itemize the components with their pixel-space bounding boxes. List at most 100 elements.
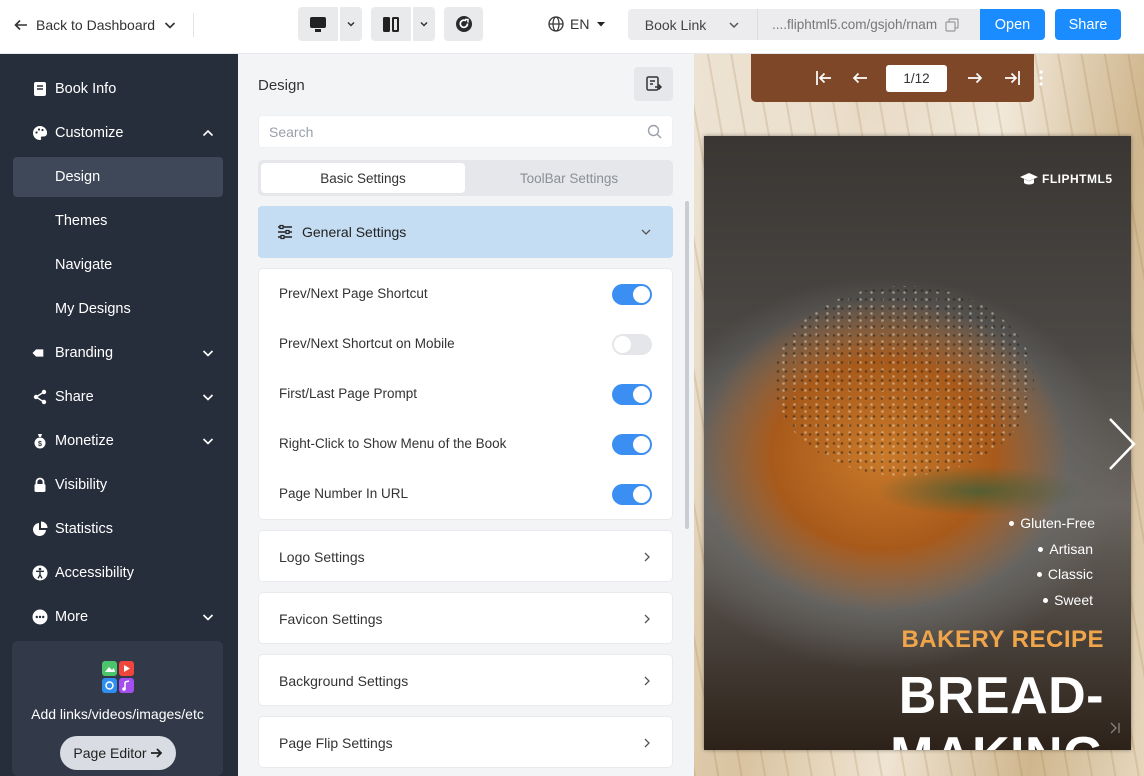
chevron-down-icon — [165, 22, 176, 29]
money-bag-icon: $ — [34, 434, 46, 449]
first-page-icon[interactable] — [815, 70, 833, 86]
sidebar-item-monetize[interactable]: $ Monetize — [13, 421, 223, 461]
sidebar-item-customize[interactable]: Customize — [13, 113, 223, 153]
book-page[interactable]: FLIPHTML5 Gluten-Free Artisan Classic Sw… — [704, 136, 1131, 750]
toggle-knob — [633, 486, 650, 503]
sidebar-item-label: Customize — [55, 125, 124, 141]
settings-tabs: Basic Settings ToolBar Settings — [258, 160, 673, 196]
desktop-view-button[interactable] — [298, 7, 338, 41]
sidebar-item-more[interactable]: More — [13, 597, 223, 637]
chevron-down-icon — [641, 229, 651, 235]
sidebar-item-my-designs[interactable]: My Designs — [13, 289, 223, 329]
tab-toolbar-settings[interactable]: ToolBar Settings — [467, 163, 671, 193]
list-item: Artisan — [1009, 537, 1093, 563]
sidebar-item-label: My Designs — [55, 301, 131, 317]
globe-icon — [548, 16, 564, 32]
language-selector[interactable]: EN — [548, 14, 607, 34]
next-page-arrow-icon[interactable] — [1107, 417, 1137, 471]
background-settings-section[interactable]: Background Settings — [258, 654, 673, 706]
chevron-down-icon — [202, 394, 214, 401]
sidebar-item-branding[interactable]: Branding — [13, 333, 223, 373]
sidebar-item-label: Statistics — [55, 521, 114, 537]
book-layout-button[interactable] — [371, 7, 411, 41]
prev-next-shortcut-toggle[interactable] — [612, 284, 652, 305]
sliders-icon — [278, 224, 292, 240]
sidebar-item-themes[interactable]: Themes — [13, 201, 223, 241]
last-page-icon[interactable] — [1003, 70, 1021, 86]
page-number-url-toggle[interactable] — [612, 484, 652, 505]
section-label: Background Settings — [279, 673, 409, 689]
section-label: Page Flip Settings — [279, 735, 393, 751]
sidebar-item-accessibility[interactable]: Accessibility — [13, 553, 223, 593]
back-to-dashboard-button[interactable]: Back to Dashboard — [14, 14, 177, 36]
right-click-menu-toggle[interactable] — [612, 434, 652, 455]
general-settings-header[interactable]: General Settings — [258, 206, 673, 258]
open-button[interactable]: Open — [980, 9, 1045, 40]
sidebar-item-share[interactable]: Share — [13, 377, 223, 417]
page-editor-button[interactable]: Page Editor — [60, 736, 176, 770]
sidebar-item-visibility[interactable]: Visibility — [13, 465, 223, 505]
mobile-shortcut-toggle[interactable] — [612, 334, 652, 355]
chevron-down-icon — [420, 21, 428, 27]
section-label: Logo Settings — [279, 549, 365, 565]
toggle-knob — [633, 286, 650, 303]
favicon-settings-section[interactable]: Favicon Settings — [258, 592, 673, 644]
share-button[interactable]: Share — [1055, 9, 1121, 40]
sidebar: Book Info Customize Design Themes Naviga… — [0, 54, 238, 776]
layout-view-selector[interactable] — [371, 7, 435, 41]
palette-icon — [33, 125, 48, 140]
chevron-down-icon — [202, 350, 214, 357]
panel-scrollbar[interactable] — [685, 201, 689, 529]
list-item-text: Artisan — [1049, 540, 1093, 557]
promo-text: Add links/videos/images/etc — [31, 706, 204, 722]
sidebar-item-label: Visibility — [55, 477, 108, 493]
herb-image — [874, 466, 1084, 516]
graduation-cap-icon — [1020, 173, 1038, 185]
logo-settings-section[interactable]: Logo Settings — [258, 530, 673, 582]
book-url-field[interactable]: ....fliphtml5.com/gsjoh/rnam — [758, 9, 980, 40]
more-vertical-icon[interactable] — [1038, 70, 1044, 86]
caret-down-icon — [597, 22, 606, 27]
design-panel: Design Basic Settings ToolBar Settings G… — [238, 54, 694, 776]
book-link-bar: Book Link ....fliphtml5.com/gsjoh/rnam — [628, 9, 980, 40]
previous-page-icon[interactable] — [851, 70, 869, 86]
toggle-row: First/Last Page Prompt — [259, 369, 674, 419]
list-item-text: Sweet — [1054, 591, 1093, 608]
book-url-text: ....fliphtml5.com/gsjoh/rnam — [772, 17, 938, 32]
chevron-right-icon — [644, 552, 650, 562]
search-icon[interactable] — [647, 124, 662, 139]
export-settings-button[interactable] — [634, 67, 673, 101]
sidebar-item-label: More — [55, 609, 89, 625]
device-view-selector[interactable] — [298, 7, 362, 41]
accessibility-icon — [32, 565, 48, 581]
toggle-row: Right-Click to Show Menu of the Book — [259, 419, 674, 469]
tab-basic-settings[interactable]: Basic Settings — [261, 163, 465, 193]
refresh-button[interactable] — [444, 7, 483, 41]
device-dropdown-button[interactable] — [340, 7, 362, 41]
next-page-icon[interactable] — [966, 70, 984, 86]
page-editor-promo: Add links/videos/images/etc Page Editor — [12, 641, 223, 776]
book-subtitle: BAKERY RECIPE — [901, 626, 1104, 653]
page-number-input[interactable]: 1/12 — [886, 65, 947, 92]
sidebar-item-label: Navigate — [55, 257, 113, 273]
toggle-knob — [633, 436, 650, 453]
book-link-dropdown[interactable]: Book Link — [628, 9, 758, 40]
sidebar-item-navigate[interactable]: Navigate — [13, 245, 223, 285]
chevron-down-icon — [347, 21, 355, 27]
first-last-prompt-toggle[interactable] — [612, 384, 652, 405]
settings-search — [258, 115, 673, 148]
layout-dropdown-button[interactable] — [413, 7, 435, 41]
chevron-down-icon — [202, 438, 214, 445]
book-link-label: Book Link — [644, 16, 707, 33]
section-label: Favicon Settings — [279, 611, 383, 627]
page-flip-settings-section[interactable]: Page Flip Settings — [258, 716, 673, 768]
sidebar-item-design[interactable]: Design — [13, 157, 223, 197]
share-icon — [33, 389, 47, 405]
chevron-right-icon — [644, 738, 650, 748]
export-icon — [645, 76, 662, 91]
search-input[interactable] — [259, 116, 619, 147]
sidebar-item-statistics[interactable]: Statistics — [13, 509, 223, 549]
sidebar-item-book-info[interactable]: Book Info — [13, 69, 223, 109]
sidebar-item-label: Accessibility — [55, 565, 134, 581]
copy-icon[interactable] — [945, 17, 959, 32]
